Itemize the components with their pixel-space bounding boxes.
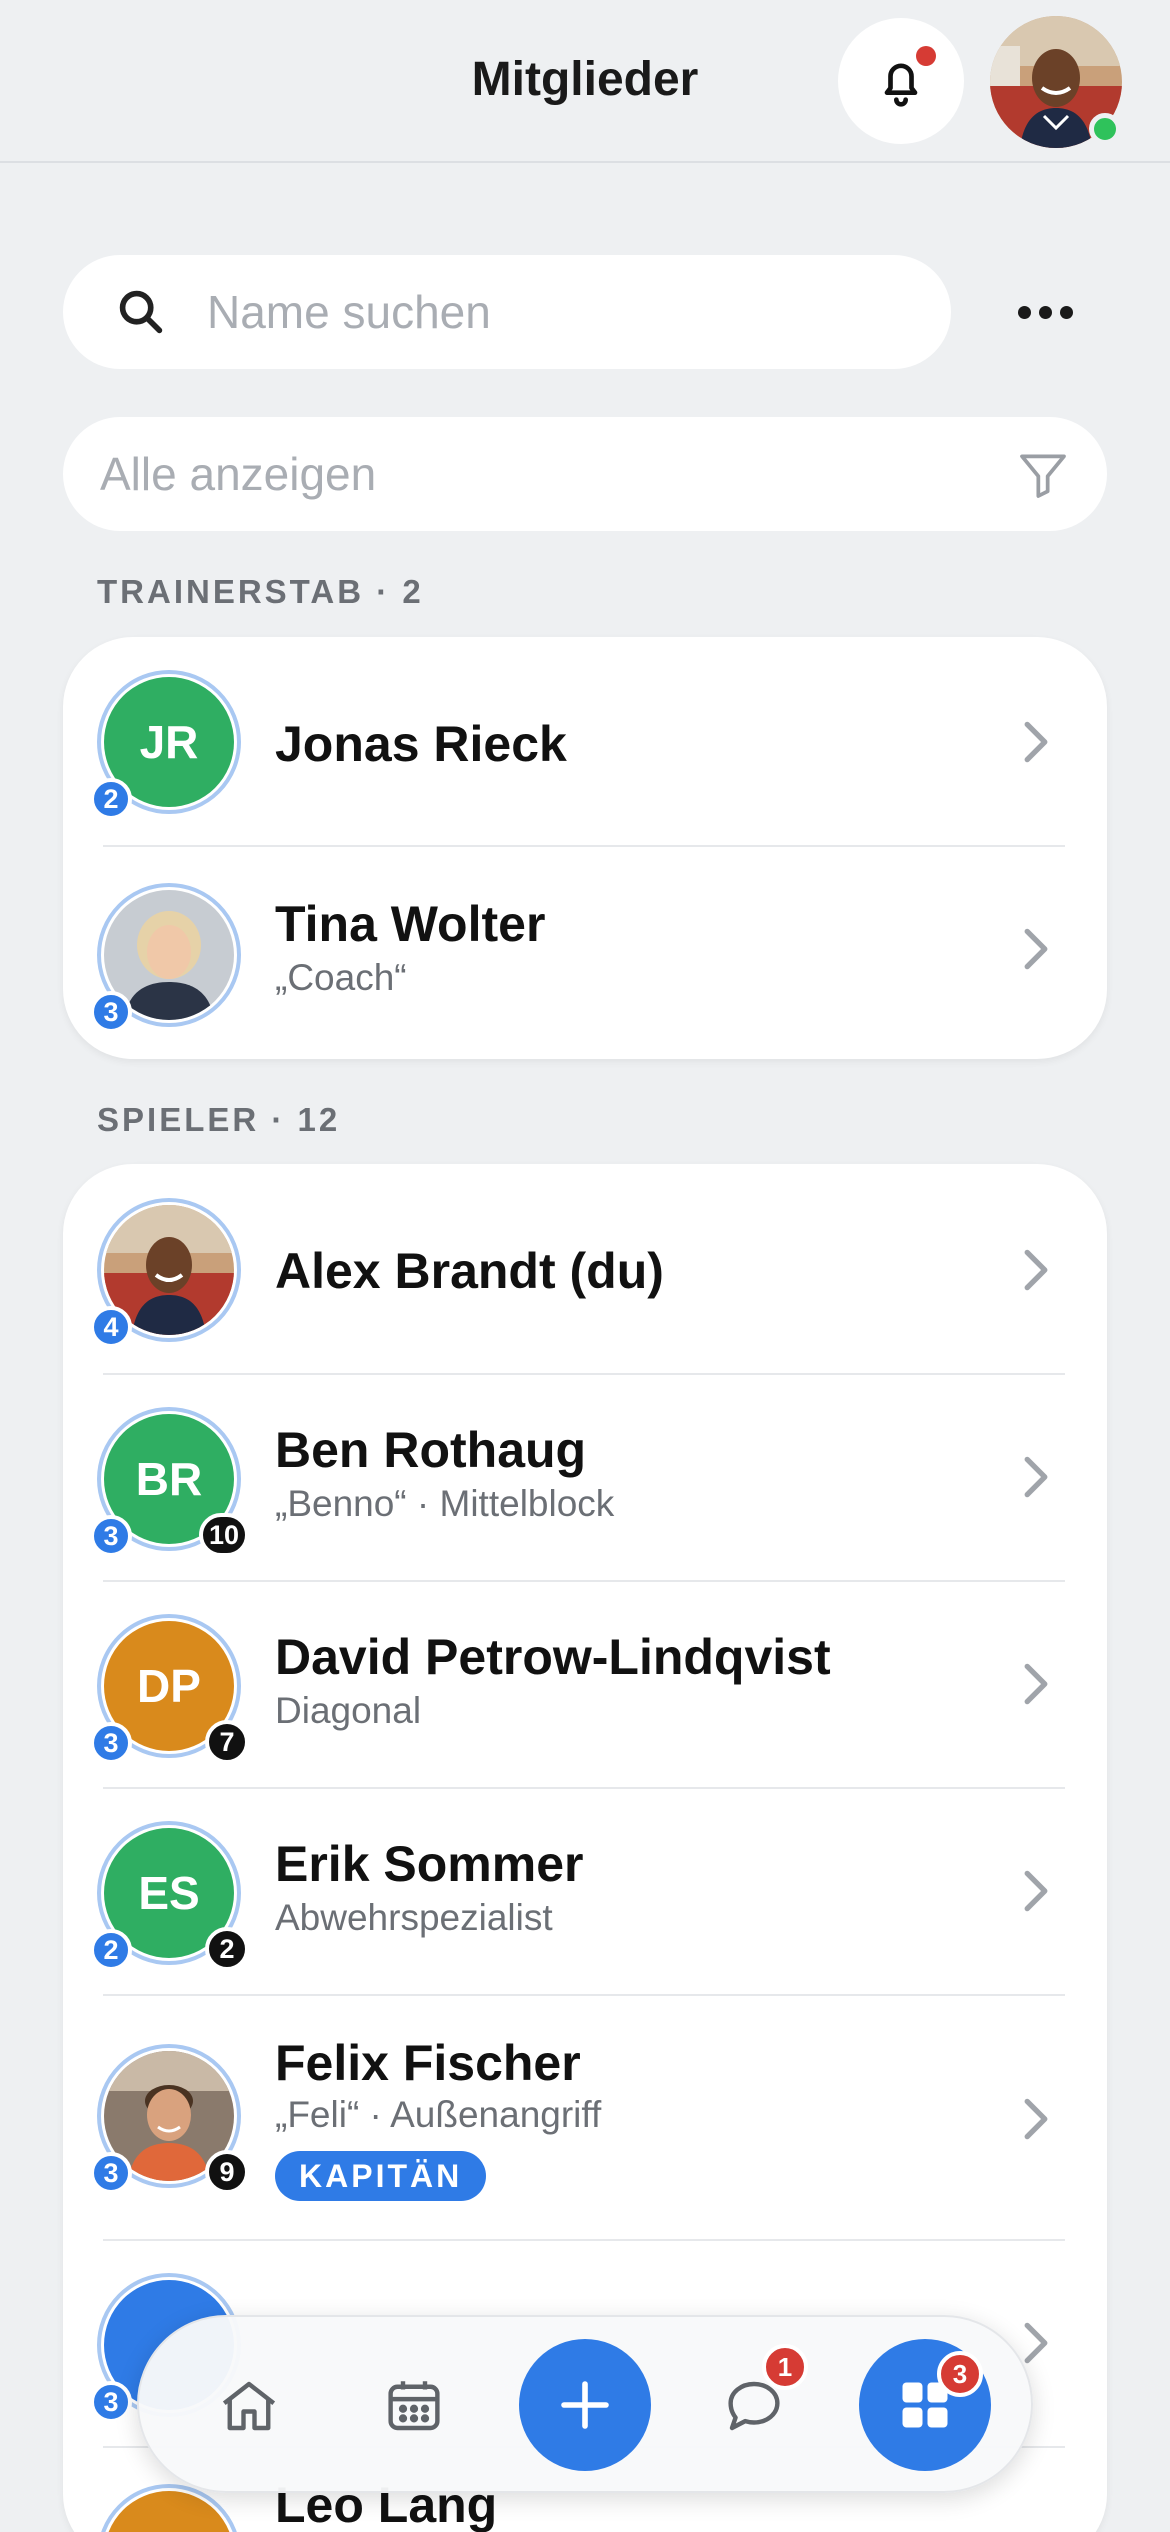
notification-dot bbox=[916, 46, 936, 66]
member-row[interactable]: 3 Tina Wolter „Coach“ bbox=[63, 847, 1107, 1059]
more-dot-icon bbox=[1038, 305, 1052, 319]
avatar: JR 2 bbox=[90, 670, 241, 820]
member-name: Jonas Rieck bbox=[275, 716, 567, 772]
chevron-right-icon bbox=[1024, 2322, 1048, 2364]
jersey-number-badge: 10 bbox=[198, 1513, 249, 1557]
nav-home[interactable] bbox=[189, 2346, 309, 2466]
search-bar[interactable] bbox=[63, 255, 951, 369]
member-row[interactable]: 3 9 Felix Fischer „Feli“ · Außenangriff … bbox=[63, 1996, 1107, 2241]
chevron-right-icon bbox=[1024, 1870, 1048, 1912]
member-name: Tina Wolter bbox=[275, 896, 546, 952]
avatar: ES 2 2 bbox=[90, 1821, 249, 1971]
more-options-button[interactable] bbox=[1000, 280, 1090, 344]
avatar: BR 3 10 bbox=[90, 1407, 249, 1557]
section-header-staff: TRAINERSTAB · 2 bbox=[97, 573, 424, 610]
member-name: David Petrow-Lindqvist bbox=[275, 1629, 831, 1685]
member-row[interactable]: BR 3 10 Ben Rothaug „Benno“ · Mittelbloc… bbox=[63, 1375, 1107, 1582]
jersey-number-badge: 2 bbox=[205, 1927, 249, 1971]
top-bar: Mitglieder bbox=[0, 0, 1170, 163]
member-name: Felix Fischer bbox=[275, 2035, 581, 2091]
nav-chat[interactable]: 1 bbox=[694, 2344, 814, 2466]
jersey-number-badge: 7 bbox=[205, 1720, 249, 1764]
plus-icon bbox=[561, 2381, 609, 2429]
level-badge: 4 bbox=[90, 1306, 132, 1348]
filter-icon bbox=[1020, 454, 1066, 498]
level-badge: 3 bbox=[90, 2152, 132, 2194]
level-badge: 3 bbox=[90, 1515, 132, 1557]
member-row[interactable]: 4 Alex Brandt (du) bbox=[63, 1164, 1107, 1375]
chevron-right-icon bbox=[1024, 1456, 1048, 1498]
member-subtitle: „Feli“ · Außenangriff bbox=[275, 2094, 602, 2135]
member-subtitle: Abwehrspezialist bbox=[275, 1897, 553, 1938]
member-name: Alex Brandt (du) bbox=[275, 1243, 664, 1299]
home-icon bbox=[222, 2381, 276, 2431]
chevron-right-icon bbox=[1024, 2098, 1048, 2140]
member-row[interactable]: ES 2 2 Erik Sommer Abwehrspezialist bbox=[63, 1789, 1107, 1996]
staff-card: JR 2 Jonas Rieck 3 Tina Wolter „Coach“ bbox=[63, 637, 1107, 1059]
nav-more-apps[interactable]: 3 bbox=[859, 2339, 991, 2471]
avatar-initials bbox=[104, 2491, 234, 2532]
create-button[interactable] bbox=[519, 2339, 651, 2471]
online-status-indicator bbox=[1089, 113, 1121, 145]
section-header-players: SPIELER · 12 bbox=[97, 1101, 341, 1138]
level-badge: 3 bbox=[90, 1722, 132, 1764]
search-input[interactable] bbox=[207, 285, 907, 339]
avatar: DP 3 7 bbox=[90, 1614, 249, 1764]
level-badge: 2 bbox=[90, 778, 132, 820]
chat-unread-badge: 1 bbox=[762, 2344, 808, 2390]
chevron-right-icon bbox=[1024, 1249, 1048, 1291]
avatar: 4 bbox=[90, 1198, 241, 1348]
search-icon bbox=[119, 290, 163, 334]
captain-tag: KAPITÄN bbox=[275, 2151, 487, 2201]
filter-label: Alle anzeigen bbox=[100, 448, 377, 500]
member-name: Erik Sommer bbox=[275, 1836, 584, 1892]
filter-select[interactable]: Alle anzeigen bbox=[63, 417, 1107, 531]
member-row[interactable]: DP 3 7 David Petrow-Lindqvist Diagonal bbox=[63, 1582, 1107, 1789]
member-nickname: „Coach“ bbox=[275, 957, 407, 998]
notifications-button[interactable] bbox=[838, 18, 964, 144]
member-subtitle: „Benno“ · Mittelblock bbox=[275, 1483, 615, 1524]
chevron-right-icon bbox=[1024, 721, 1048, 763]
jersey-number-badge: 9 bbox=[205, 2150, 249, 2194]
nav-calendar[interactable] bbox=[354, 2346, 474, 2466]
member-row[interactable]: JR 2 Jonas Rieck bbox=[63, 637, 1107, 847]
more-dot-icon bbox=[1017, 305, 1031, 319]
bottom-navigation: 1 3 bbox=[137, 2315, 1033, 2493]
apps-badge: 3 bbox=[937, 2351, 983, 2397]
chevron-right-icon bbox=[1024, 928, 1048, 970]
avatar: 3 9 bbox=[90, 2044, 249, 2194]
avatar: 3 bbox=[90, 883, 241, 1033]
member-subtitle: Diagonal bbox=[275, 1690, 422, 1731]
level-badge: 2 bbox=[90, 1929, 132, 1971]
member-name: Ben Rothaug bbox=[275, 1422, 587, 1478]
calendar-icon bbox=[388, 2381, 440, 2431]
level-badge: 3 bbox=[90, 991, 132, 1033]
more-dot-icon bbox=[1059, 305, 1073, 319]
level-badge: 3 bbox=[90, 2381, 132, 2423]
chevron-right-icon bbox=[1024, 1663, 1048, 1705]
